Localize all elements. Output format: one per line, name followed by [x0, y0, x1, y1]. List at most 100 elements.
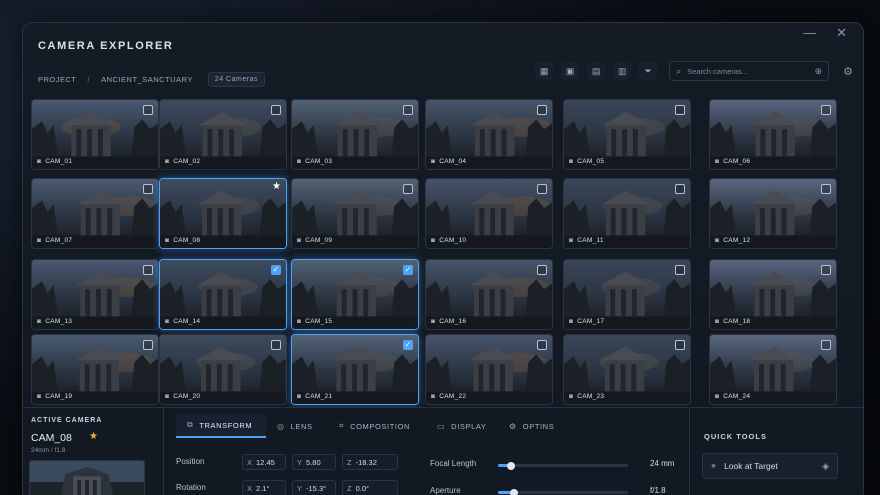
star-icon[interactable]: ★	[272, 181, 281, 192]
camera-tile[interactable]: ◙ CAM_07	[31, 178, 159, 249]
aperture-label: Aperture	[430, 486, 461, 495]
camera-tile[interactable]: ◙ CAM_06	[709, 99, 837, 170]
camera-tile[interactable]: ◙ CAM_22	[425, 334, 553, 405]
camera-tile[interactable]: ◙ CAM_01	[31, 99, 159, 170]
target-icon: ⌖	[711, 460, 717, 471]
camera-tile[interactable]: ◙ CAM_20	[159, 334, 287, 405]
camera-tile[interactable]: ◙ CAM_11	[563, 178, 691, 249]
tile-checkbox[interactable]	[403, 184, 413, 194]
grid-small-icon[interactable]: ▤	[587, 62, 606, 80]
camera-tile[interactable]: ◙ CAM_02	[159, 99, 287, 170]
filmstrip-icon[interactable]: ▥	[613, 62, 632, 80]
look-at-target-button[interactable]: ⌖ Look at Target ◈	[702, 453, 838, 479]
camera-label-text: CAM_17	[577, 318, 605, 325]
tile-checkbox[interactable]	[537, 340, 547, 350]
breadcrumb-root[interactable]: PROJECT	[38, 75, 77, 84]
gear-icon[interactable]: ⚙	[843, 65, 853, 78]
camera-tile[interactable]: ✓ ◙ CAM_21	[291, 334, 419, 405]
breadcrumb-current[interactable]: ANCIENT_SANCTUARY	[101, 75, 193, 84]
tile-checkbox[interactable]: ✓	[271, 265, 281, 275]
tile-checkbox[interactable]	[271, 340, 281, 350]
camera-icon: ◙	[715, 393, 720, 400]
camera-tile[interactable]: ◙ CAM_10	[425, 178, 553, 249]
camera-tile[interactable]: ◙ CAM_18	[709, 259, 837, 330]
tile-checkbox[interactable]	[143, 265, 153, 275]
camera-label: ◙ CAM_05	[569, 158, 604, 165]
focal-length-knob[interactable]	[507, 461, 515, 470]
tab-label: OPTINS	[522, 421, 555, 431]
aperture-knob[interactable]	[510, 488, 518, 495]
tile-checkbox[interactable]	[675, 184, 685, 194]
camera-tile[interactable]: ◙ CAM_05	[563, 99, 691, 170]
minimize-button[interactable]: —	[803, 25, 816, 41]
tile-checkbox[interactable]	[821, 265, 831, 275]
camera-label-text: CAM_24	[723, 393, 751, 400]
camera-tile[interactable]: ◙ CAM_12	[709, 178, 837, 249]
tile-checkbox[interactable]	[143, 105, 153, 115]
grid-large-icon[interactable]: ▦	[535, 62, 554, 80]
rotation-x-field[interactable]: X 2.1°	[242, 480, 286, 495]
rotation-y-field[interactable]: Y -15.3°	[292, 480, 336, 495]
camera-label-text: CAM_02	[173, 158, 201, 165]
tile-checkbox[interactable]	[821, 184, 831, 194]
tile-checkbox[interactable]	[537, 265, 547, 275]
toolbar: ▦ ▣ ▤ ▥ ⏷ ⌕ ⊕ ⚙	[535, 61, 853, 81]
position-z-field[interactable]: Z -18.32	[342, 454, 398, 470]
aperture-slider[interactable]	[498, 488, 628, 495]
filter-icon[interactable]: ⏷	[639, 62, 658, 80]
camera-tile[interactable]: ◙ CAM_19	[31, 334, 159, 405]
tile-checkbox[interactable]	[143, 184, 153, 194]
tab-transform[interactable]: ⧉ TRANSFORM	[176, 414, 266, 438]
tile-checkbox[interactable]	[675, 105, 685, 115]
search-input[interactable]	[687, 66, 788, 76]
camera-tile[interactable]: ◙ CAM_03	[291, 99, 419, 170]
camera-label-text: CAM_23	[577, 393, 605, 400]
camera-tile[interactable]: ★ ◙ CAM_08	[159, 178, 287, 249]
tile-checkbox[interactable]	[403, 105, 413, 115]
camera-tile[interactable]: ◙ CAM_23	[563, 334, 691, 405]
camera-icon: ◙	[297, 318, 302, 325]
grid-medium-icon[interactable]: ▣	[561, 62, 580, 80]
zoom-icon[interactable]: ⊕	[815, 66, 823, 77]
star-icon[interactable]: ★	[89, 431, 98, 442]
tab-lens[interactable]: ◎ LENS	[266, 414, 328, 438]
camera-tile[interactable]: ✓ ◙ CAM_14	[159, 259, 287, 330]
position-y-field[interactable]: Y 5.80	[292, 454, 336, 470]
camera-tile[interactable]: ◙ CAM_16	[425, 259, 553, 330]
tile-checkbox[interactable]	[821, 340, 831, 350]
camera-tile[interactable]: ◙ CAM_17	[563, 259, 691, 330]
tab-display[interactable]: ▭ DISPLAY	[426, 414, 498, 438]
properties-tabs: ⧉ TRANSFORM ◎ LENS ⌗ COMPOSITION ▭ DISPLAY ⚙ OPTI…	[176, 414, 568, 438]
camera-tile[interactable]: ✓ ◙ CAM_15	[291, 259, 419, 330]
camera-label-text: CAM_11	[577, 237, 604, 244]
tile-checkbox[interactable]	[537, 105, 547, 115]
tile-checkbox[interactable]: ✓	[403, 265, 413, 275]
tab-label: DISPLAY	[451, 421, 487, 431]
tab-composition[interactable]: ⌗ COMPOSITION	[328, 414, 426, 438]
camera-tile[interactable]: ◙ CAM_09	[291, 178, 419, 249]
camera-label: ◙ CAM_13	[37, 318, 72, 325]
camera-label-text: CAM_18	[723, 318, 751, 325]
camera-icon: ◙	[431, 393, 436, 400]
tile-checkbox[interactable]	[821, 105, 831, 115]
camera-label-text: CAM_03	[305, 158, 333, 165]
close-button[interactable]: ✕	[836, 25, 847, 41]
camera-tile[interactable]: ◙ CAM_13	[31, 259, 159, 330]
rotation-z-field[interactable]: Z 0.0°	[342, 480, 398, 495]
tile-checkbox[interactable]	[143, 340, 153, 350]
tile-checkbox[interactable]: ✓	[403, 340, 413, 350]
camera-explorer-window: CAMERA EXPLORER — ✕ PROJECT / ANCIENT_SA…	[22, 22, 864, 495]
camera-icon: ◙	[715, 158, 720, 165]
tile-checkbox[interactable]	[537, 184, 547, 194]
tile-checkbox[interactable]	[675, 265, 685, 275]
tile-checkbox[interactable]	[271, 105, 281, 115]
focal-length-slider[interactable]	[498, 461, 628, 470]
camera-tile[interactable]: ◙ CAM_24	[709, 334, 837, 405]
position-x-field[interactable]: X 12.45	[242, 454, 286, 470]
active-camera-meta: 24mm / f1.8	[31, 447, 66, 454]
position-label: Position	[176, 457, 205, 466]
tab-optins[interactable]: ⚙ OPTINS	[498, 414, 568, 438]
camera-icon: ◙	[165, 158, 170, 165]
camera-tile[interactable]: ◙ CAM_04	[425, 99, 553, 170]
tile-checkbox[interactable]	[675, 340, 685, 350]
